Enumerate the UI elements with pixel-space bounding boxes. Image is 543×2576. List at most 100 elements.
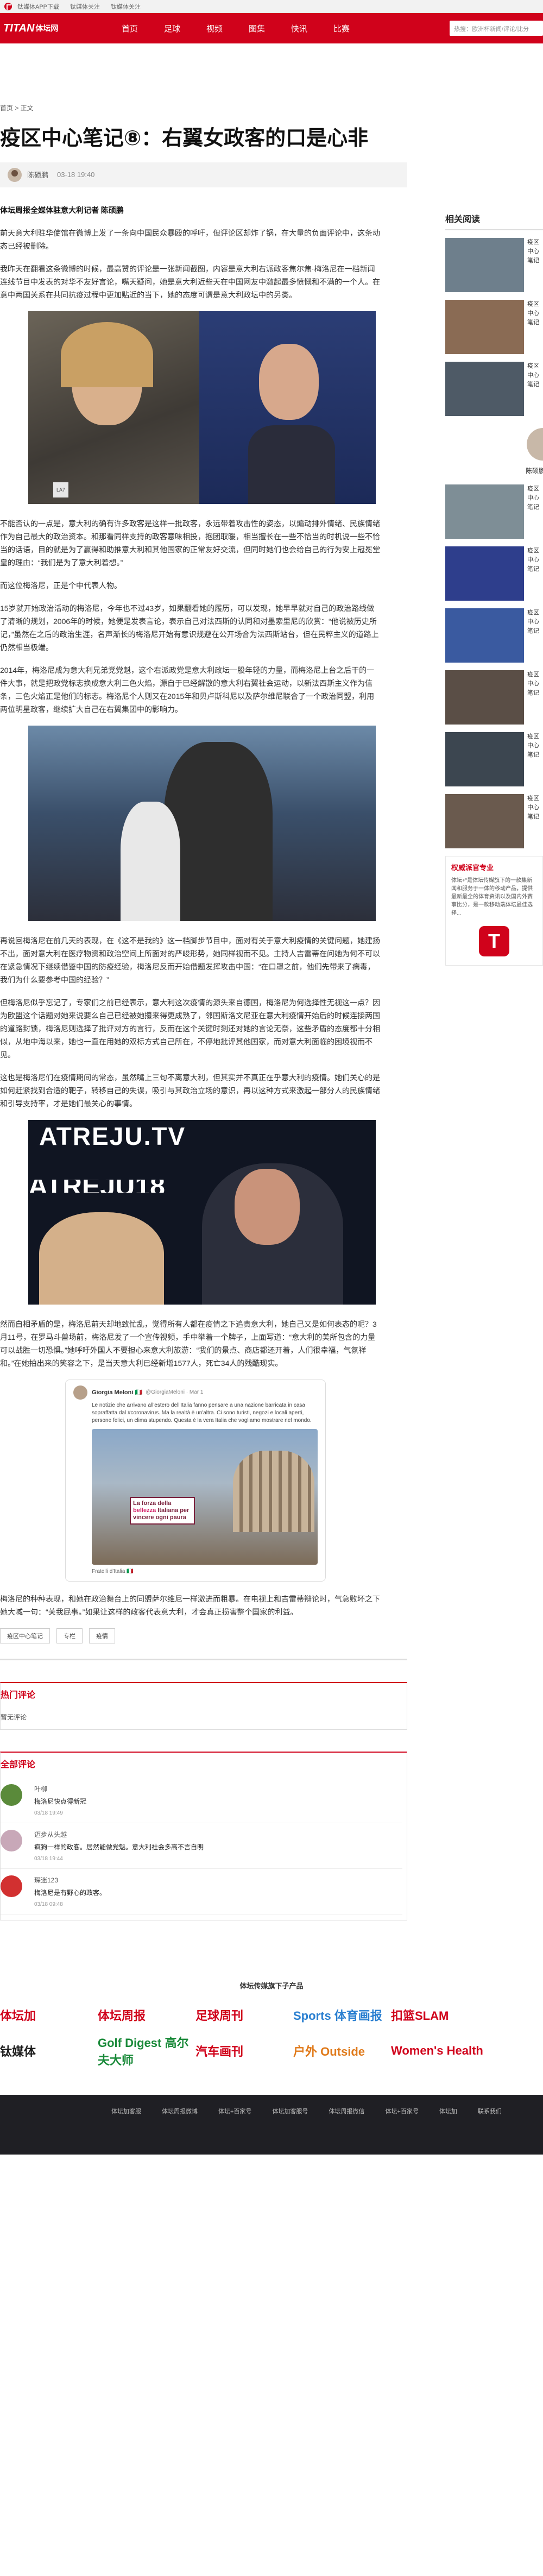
more-item[interactable]: 疫区中心笔记 [445, 732, 543, 786]
breadcrumb[interactable]: 首页 > 正文 [0, 103, 407, 112]
commenter-avatar[interactable] [1, 1829, 22, 1851]
promo-title: 权威派官专业 [451, 864, 494, 872]
brand-logo[interactable]: 钛媒体 [0, 2037, 98, 2064]
article-image-2 [28, 725, 376, 921]
paragraph: 而这位梅洛尼，正是个中代表人物。 [0, 581, 122, 590]
paragraph: 然而自相矛盾的是，梅洛尼前天却地致忙乱，觉得所有人都在疫情之下追责意大利，她自己… [0, 1319, 377, 1368]
article-image-3: ATREJU.TV ATREJU18 [28, 1119, 376, 1305]
comment-item: 琛迷123 梅洛尼是有野心的政客。 03/18 09:48 [1, 1869, 402, 1914]
tag-list: 疫区中心笔记 专栏 疫情 [0, 1628, 407, 1643]
tweet-footer: Fratelli d'Italia 🇮🇹 [92, 1568, 134, 1574]
promo-text: 体坛+“是体坛传媒旗下的一款集新闻和服务于一体的移动产品，提供最新最全的体育资讯… [451, 878, 533, 916]
brand-logo[interactable]: 扣篮SLAM [391, 2001, 489, 2029]
tweet-author: Giorgia Meloni 🇮🇹 [92, 1389, 143, 1396]
topbar-link-3[interactable]: 钛媒体关注 [111, 2, 141, 11]
more-thumb[interactable] [445, 794, 524, 848]
commenter-avatar[interactable] [1, 1784, 22, 1806]
footer-link[interactable]: 体坛加 [439, 2107, 457, 2115]
all-comments-title: 全部评论 [1, 1760, 36, 1769]
more-item[interactable]: 疫区中心笔记 [445, 546, 543, 601]
more-item[interactable]: 疫区中心笔记 [445, 484, 543, 539]
image-banner-text: ATREJU.TV [39, 1122, 186, 1150]
all-comments: 全部评论 叶柳 梅洛尼快点得新冠 03/18 19:49 迈步从头越 疯狗一样的… [0, 1751, 407, 1920]
paragraph: 前天意大利驻华使馆在微博上发了一条向中国民众暴殴的呼吁，但评论区却炸了锅，在大量… [0, 228, 380, 250]
nav-video[interactable]: 视频 [193, 23, 236, 34]
commenter-name[interactable]: 叶柳 [34, 1784, 86, 1793]
footer-link[interactable]: 体坛加客服 [111, 2107, 141, 2115]
related-thumb[interactable] [445, 362, 524, 416]
more-text[interactable]: 疫区中心笔记 [527, 484, 543, 539]
nav-news[interactable]: 快讯 [278, 23, 320, 34]
search-input[interactable]: 热搜：欧洲杯新闻/评论/比分 [450, 21, 543, 36]
paragraph: 但梅洛尼似乎忘记了，专家们之前已经表示，意大利这次疫情的源头来自德国，梅洛尼为何… [0, 998, 380, 1059]
more-thumb[interactable] [445, 608, 524, 663]
related-item[interactable]: 疫区中心笔记 [445, 362, 543, 416]
more-item[interactable]: 疫区中心笔记 [445, 670, 543, 725]
footer-link[interactable]: 联系我们 [478, 2107, 502, 2115]
brand-logo[interactable]: Golf Digest 高尔夫大师 [98, 2036, 195, 2067]
more-text[interactable]: 疫区中心笔记 [527, 546, 543, 601]
footer-link[interactable]: 体坛加客服号 [272, 2107, 308, 2115]
more-text[interactable]: 疫区中心笔记 [527, 670, 543, 725]
paragraph: 我昨天在翻看这条微博的时候，最高赞的评论是一张新闻截图，内容是意大利右派政客焦尔… [0, 264, 380, 299]
footer-link[interactable]: 体坛+百家号 [385, 2107, 418, 2115]
topbar-link-1[interactable]: 钛媒体APP下载 [17, 2, 59, 11]
hot-comments-title: 热门评论 [1, 1690, 36, 1700]
related-item[interactable]: 疫区中心笔记 [445, 238, 543, 292]
more-text[interactable]: 疫区中心笔记 [527, 794, 543, 848]
more-text[interactable]: 疫区中心笔记 [527, 608, 543, 663]
author-avatar[interactable] [8, 167, 22, 182]
related-text[interactable]: 疫区中心笔记 [527, 238, 543, 292]
tweet-image: La forza della bellezza Italiana per vin… [92, 1428, 318, 1565]
brand-logo[interactable]: 足球周刊 [195, 2001, 293, 2029]
footer-link[interactable]: 体坛周报微博 [162, 2107, 198, 2115]
tag[interactable]: 疫情 [89, 1628, 115, 1643]
brand-logo[interactable]: 户外 Outside [293, 2037, 391, 2064]
brand-logo[interactable]: 汽车画刊 [195, 2037, 293, 2064]
paragraph: 2014年，梅洛尼成为意大利兄弟党党魁，这个右派政党是意大利政坛一股年轻的力量，… [0, 665, 375, 714]
more-text[interactable]: 疫区中心笔记 [527, 732, 543, 786]
related-thumb[interactable] [445, 238, 524, 292]
brand-logo[interactable]: Women's Health [391, 2037, 489, 2064]
divider [0, 1658, 407, 1660]
related-thumb[interactable] [445, 300, 524, 354]
app-logo-icon[interactable] [479, 926, 509, 956]
more-item[interactable]: 疫区中心笔记 [445, 794, 543, 848]
tag[interactable]: 疫区中心笔记 [0, 1628, 50, 1643]
footer-link[interactable]: 体坛+百家号 [218, 2107, 251, 2115]
footer-title: 体坛传媒旗下子产品 [239, 1981, 304, 1990]
no-comments-text: 暂无评论 [1, 1713, 27, 1721]
more-thumb[interactable] [445, 732, 524, 786]
topbar-link-2[interactable]: 钛媒体关注 [70, 2, 100, 11]
nav-home[interactable]: 首页 [109, 23, 151, 34]
top-strip: 钛媒体APP下载 钛媒体关注 钛媒体关注 [0, 0, 543, 13]
nav-gallery[interactable]: 图集 [236, 23, 278, 34]
author-card-avatar[interactable] [527, 428, 543, 461]
author-card-name[interactable]: 陈硕鹏 [526, 466, 543, 475]
brand-logo[interactable]: 体坛加 [0, 2001, 98, 2029]
more-thumb[interactable] [445, 670, 524, 725]
footer-link[interactable]: 体坛周报微信 [329, 2107, 364, 2115]
article-body: 体坛周报全媒体驻意大利记者 陈硕鹏 前天意大利驻华使馆在微博上发了一条向中国民众… [0, 204, 380, 1618]
tweet-sign: La forza della bellezza Italiana per vin… [130, 1496, 195, 1525]
nav-matches[interactable]: 比赛 [320, 23, 363, 34]
site-logo[interactable]: TITAN 体坛网 [0, 22, 60, 35]
image-caption: LA7 [53, 482, 69, 497]
comment-item: 叶柳 梅洛尼快点得新冠 03/18 19:49 [1, 1778, 402, 1823]
more-thumb[interactable] [445, 546, 524, 601]
related-item[interactable]: 疫区中心笔记 [445, 300, 543, 354]
tag[interactable]: 专栏 [56, 1628, 83, 1643]
footer-links: 体坛加客服 体坛周报微博 体坛+百家号 体坛加客服号 体坛周报微信 体坛+百家号… [0, 2094, 543, 2155]
brand-logo[interactable]: Sports 体育画报 [293, 2001, 391, 2029]
commenter-avatar[interactable] [1, 1875, 22, 1897]
more-item[interactable]: 疫区中心笔记 [445, 608, 543, 663]
brand-logo[interactable]: 体坛周报 [98, 2001, 195, 2029]
commenter-name[interactable]: 迈步从头越 [34, 1830, 204, 1839]
author-name[interactable]: 陈硕鹏 [27, 169, 48, 180]
related-text[interactable]: 疫区中心笔记 [527, 362, 543, 416]
commenter-name[interactable]: 琛迷123 [34, 1875, 106, 1885]
nav-football[interactable]: 足球 [151, 23, 193, 34]
comment-text: 梅洛尼快点得新冠 [34, 1797, 87, 1805]
related-text[interactable]: 疫区中心笔记 [527, 300, 543, 354]
more-thumb[interactable] [445, 484, 524, 539]
